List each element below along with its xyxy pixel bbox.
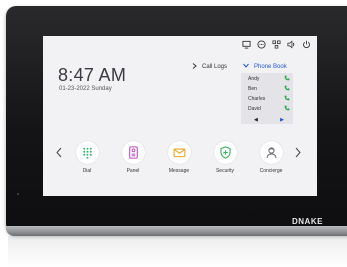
app-message[interactable]: Message — [161, 141, 197, 174]
phone-call-icon[interactable] — [284, 85, 290, 93]
clock-date: 01-23-2022 Sunday — [59, 86, 112, 92]
app-label: Concierge — [259, 168, 283, 174]
concierge-icon[interactable] — [259, 141, 283, 164]
app-label: Panel — [126, 168, 140, 174]
volume-icon[interactable] — [287, 40, 296, 49]
app-label: Security — [215, 168, 235, 174]
next-page-button[interactable]: ▶ — [280, 117, 284, 123]
dialpad-icon[interactable] — [75, 141, 99, 164]
door-panel-icon[interactable] — [121, 141, 145, 164]
messages-icon[interactable] — [257, 40, 266, 49]
shield-icon[interactable] — [213, 141, 237, 164]
chevron-down-icon — [243, 63, 249, 70]
contact-name: Ben — [248, 85, 257, 92]
contact-row[interactable]: Andy — [248, 74, 290, 83]
contact-row[interactable]: Charles — [248, 94, 290, 103]
status-bar — [242, 39, 311, 50]
chevron-left-icon — [56, 145, 62, 163]
apps-previous-button[interactable] — [55, 145, 63, 163]
contact-name: Andy — [248, 75, 260, 82]
clock-time: 8:47 AM — [58, 65, 127, 85]
app-label: Message — [168, 168, 190, 174]
light-sensor — [17, 193, 19, 195]
app-dial[interactable]: Dial — [69, 141, 105, 174]
phone-book-tab[interactable]: Phone Book — [243, 63, 287, 70]
touch-screen: 8:47 AM 01-23-2022 Sunday Call Logs Phon… — [43, 36, 317, 196]
apps-next-button[interactable] — [294, 145, 302, 163]
envelope-icon[interactable] — [167, 141, 191, 164]
phone-book-list: Andy Ben Charles David ◀ ▶ — [241, 73, 293, 124]
power-icon[interactable] — [302, 40, 311, 49]
phone-call-icon[interactable] — [284, 105, 290, 113]
phone-book-pager: ◀ ▶ — [254, 116, 284, 123]
network-icon[interactable] — [272, 40, 281, 49]
call-logs-label: Call Logs — [202, 64, 228, 70]
contact-name: Charles — [248, 95, 266, 102]
phone-call-icon[interactable] — [284, 95, 290, 103]
chevron-right-icon — [295, 145, 301, 163]
app-label: Dial — [82, 168, 92, 174]
phone-call-icon[interactable] — [284, 75, 290, 83]
app-concierge[interactable]: Concierge — [253, 141, 289, 174]
chevron-right-icon — [192, 63, 197, 71]
app-panel[interactable]: Panel — [115, 141, 151, 174]
app-security[interactable]: Security — [207, 141, 243, 174]
call-logs-tab[interactable]: Call Logs — [192, 63, 227, 71]
device-reflection — [8, 236, 347, 267]
device-bottom-frame — [6, 226, 347, 236]
contact-row[interactable]: David — [248, 104, 290, 113]
phone-book-label: Phone Book — [254, 63, 287, 70]
contact-row[interactable]: Ben — [248, 84, 290, 93]
brand-logo: DNAKE — [292, 217, 323, 226]
contact-name: David — [248, 105, 261, 112]
previous-page-button[interactable]: ◀ — [254, 117, 258, 123]
monitor-icon[interactable] — [242, 40, 251, 49]
